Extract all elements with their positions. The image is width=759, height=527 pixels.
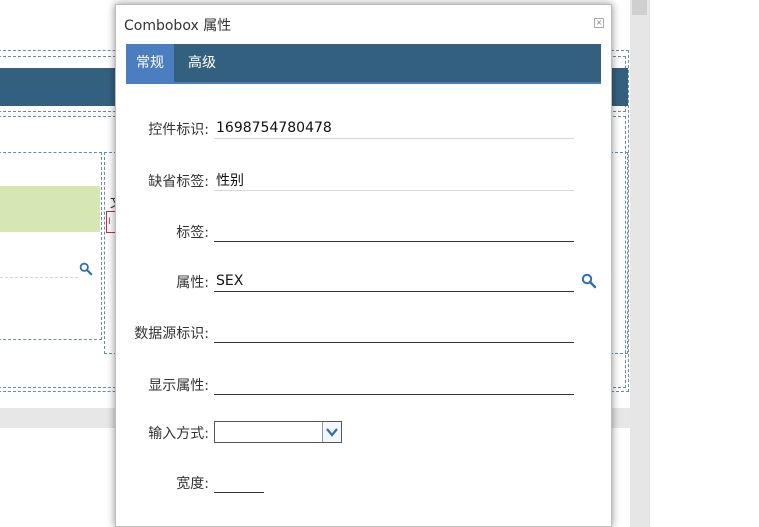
display-property-field[interactable] [214, 373, 574, 395]
row-display-property: 显示属性: [116, 373, 613, 397]
dialog-title: Combobox 属性 [124, 18, 232, 34]
property-field[interactable] [214, 270, 574, 292]
vertical-scrollbar[interactable] [630, 0, 649, 527]
selected-cell [0, 186, 100, 232]
row-input-mode: 输入方式: [116, 421, 613, 445]
tab-bar: 常规 高级 [126, 44, 601, 84]
combobox-properties-dialog: Combobox 属性 × 常规 高级 控件标识: 缺省标签: 标签: 属性: … [115, 4, 612, 527]
default-label-field [214, 169, 574, 191]
label-field[interactable] [214, 220, 574, 242]
form-frame [0, 152, 102, 340]
row-label: 标签: [116, 220, 613, 244]
row-datasource-id: 数据源标识: [116, 321, 613, 345]
control-id-label: 控件标识: [148, 122, 209, 138]
field-underline [0, 277, 78, 278]
display-property-label: 显示属性: [148, 378, 209, 394]
search-icon[interactable] [581, 273, 597, 289]
close-icon[interactable]: × [594, 18, 604, 28]
datasource-id-field[interactable] [214, 321, 574, 343]
width-field[interactable] [214, 471, 264, 493]
right-pane [649, 0, 759, 527]
label-label: 标签: [176, 225, 209, 241]
chevron-down-icon[interactable] [322, 422, 341, 442]
row-control-id: 控件标识: [116, 117, 613, 141]
width-label: 宽度: [176, 476, 209, 492]
property-label: 属性: [176, 275, 209, 291]
input-mode-label: 输入方式: [148, 426, 209, 442]
default-label-label: 缺省标签: [148, 174, 209, 190]
tab-general[interactable]: 常规 [126, 44, 174, 82]
row-width: 宽度: [116, 471, 613, 495]
row-property: 属性: [116, 270, 613, 294]
control-id-field [214, 117, 574, 139]
input-mode-select[interactable] [214, 421, 342, 443]
dialog-title-bar[interactable]: Combobox 属性 × [116, 5, 611, 43]
row-default-label: 缺省标签: [116, 169, 613, 193]
tab-advanced[interactable]: 高级 [178, 44, 226, 82]
scrollbar-thumb[interactable] [632, 0, 647, 15]
search-icon[interactable] [79, 262, 93, 276]
datasource-id-label: 数据源标识: [134, 326, 209, 342]
